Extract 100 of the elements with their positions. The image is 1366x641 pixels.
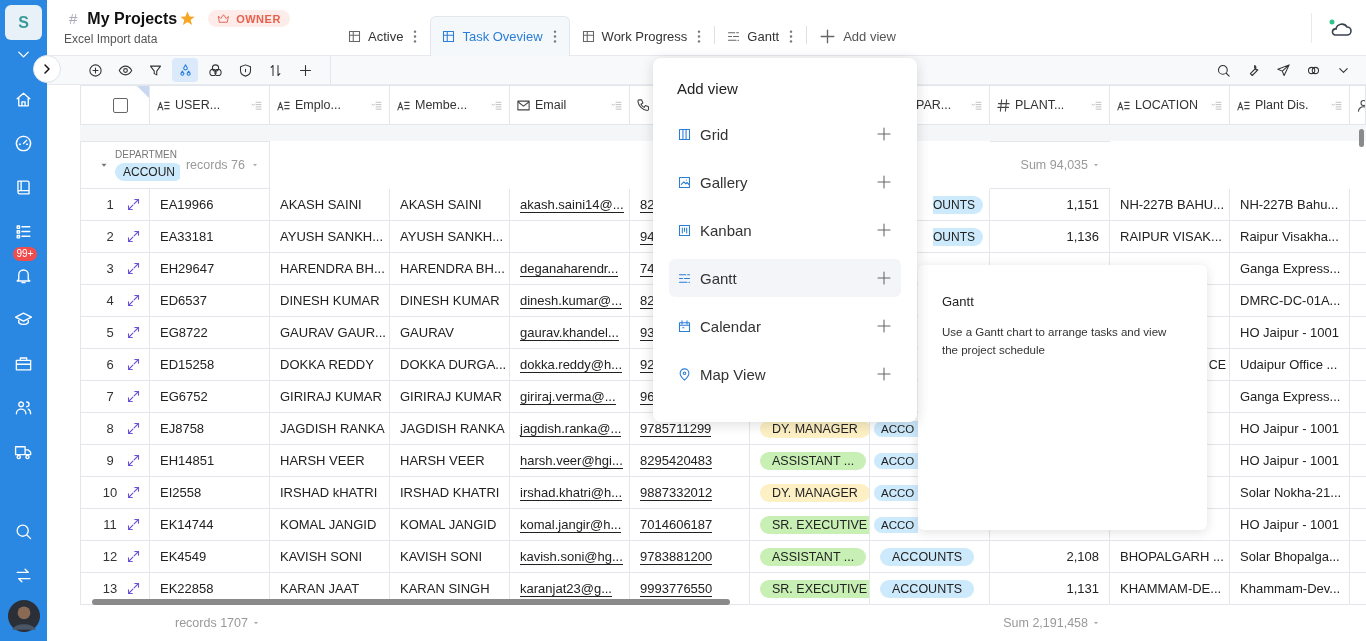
email-link[interactable]: gaurav.khandel... [520,324,619,341]
expand-row-icon[interactable] [126,517,141,532]
send-icon [1275,62,1291,78]
row-number: 8 [105,421,115,436]
dropdown-caret-icon [251,619,260,627]
table-cell: ED15258 [160,357,215,372]
row-number: 11 [102,517,118,532]
table-cell: AYUSH SANKH... [400,229,504,244]
table-cell: HO Jaipur - 1001 [1240,453,1339,468]
table-cell: RAIPUR VISAK... [1120,229,1222,244]
table-cell: JAGDISH RANKA [400,421,505,436]
table-cell: 1,151 [1066,197,1099,212]
mail-icon [516,97,531,113]
tag: ASSISTANT ... [760,547,867,566]
more-icon[interactable] [789,30,794,43]
expand-row-icon[interactable] [126,389,141,404]
email-link[interactable]: harsh.veer@hgi... [520,452,623,469]
menu-item[interactable]: Map View [669,355,901,393]
menu-item[interactable]: Gantt [669,259,901,297]
expand-row-icon[interactable] [126,421,141,436]
email-link[interactable]: jagdish.ranka@... [520,420,622,437]
more-icon[interactable] [697,30,702,43]
email-link[interactable]: dokka.reddy@h... [520,356,623,373]
view-tab[interactable]: Gantt [715,16,807,56]
phone-link[interactable]: 9993776550 [640,580,713,597]
view-tab[interactable]: Task Oveview [430,16,570,56]
phone-link[interactable]: 9783881200 [640,548,713,565]
group-field-label: DEPARTMEN [115,149,178,160]
table-cell: EA33181 [160,229,214,244]
dropdown-caret-icon [1092,619,1100,627]
expand-row-icon[interactable] [126,581,141,596]
row-number: 12 [101,549,119,564]
more-icon[interactable] [413,30,418,43]
row-number: 4 [105,293,115,308]
menu-title: Add view [677,80,739,97]
table-cell: DINESH KUMAR [400,293,500,308]
table-cell: HARENDRA BH... [280,261,385,276]
plus-icon [875,317,893,335]
expand-row-icon[interactable] [126,325,141,340]
email-link[interactable]: kavish.soni@hg... [520,548,623,565]
table-cell: EH14851 [160,453,215,468]
table-cell: KHAMMAM-DE... [1120,581,1222,596]
select-all-checkbox[interactable] [112,97,128,113]
table-cell: BHOPALGARH ... [1120,549,1224,564]
view-tab[interactable]: Work Progress [569,16,715,56]
expand-row-icon[interactable] [126,293,141,308]
table-cell: EK4549 [160,549,207,564]
menu-item[interactable]: Grid [669,115,901,153]
expand-row-icon[interactable] [126,197,141,212]
plus-icon [875,365,893,383]
tag: SR. EXECUTIVE [760,579,869,598]
add-view-button[interactable]: Add view [807,16,907,56]
table-cell: AYUSH SANKH... [280,229,384,244]
table-cell: Solar Nokha-21... [1240,485,1342,500]
vertical-scrollbar[interactable] [1359,129,1364,147]
menu-item[interactable]: Kanban [669,211,901,249]
expand-row-icon[interactable] [126,229,141,244]
table-cell: EK14744 [160,517,214,532]
table-cell: EA19966 [160,197,214,212]
table-cell: KARAN SINGH [400,581,490,596]
menu-item[interactable]: Calendar [669,307,901,345]
menu-item[interactable]: Gallery [669,163,901,201]
email-link[interactable]: akash.saini14@... [520,196,624,213]
column-header[interactable]: PAR... [916,98,966,112]
email-link[interactable]: dinesh.kumar@... [520,292,623,309]
email-link[interactable]: komal.jangir@h... [520,516,622,533]
view-tab[interactable]: Active [336,16,431,56]
home-icon [14,89,33,109]
table-cell: HO Jaipur - 1001 [1240,421,1339,436]
phone-link[interactable]: 9887332012 [640,484,713,501]
tag: ASSISTANT ... [760,451,867,470]
user-avatar[interactable] [7,600,40,632]
droplets-icon [177,62,193,78]
image-icon [677,174,692,190]
horizontal-scrollbar[interactable] [92,599,730,605]
more-icon[interactable] [552,30,557,43]
expand-row-icon[interactable] [126,549,141,564]
column-menu-icon [1210,99,1223,111]
expand-row-icon[interactable] [126,453,141,468]
expand-row-icon[interactable] [126,485,141,500]
phone-link[interactable]: 7014606187 [640,516,713,533]
tag: OUNTS [933,195,983,214]
search-icon [1215,62,1231,78]
table-cell: HO Jaipur - 1001 [1240,325,1339,340]
phone-link[interactable]: 8295420483 [640,452,713,469]
expand-row-icon[interactable] [126,261,141,276]
email-link[interactable]: giriraj.verma@... [520,388,616,405]
table-cell: Ganga Express... [1240,389,1341,404]
star-icon[interactable] [179,10,197,27]
filter-icon [147,62,163,78]
email-link[interactable]: irshad.khatri@h... [520,484,623,501]
expand-row-icon[interactable] [126,357,141,372]
table-cell: NH-227B BAHU... [1120,197,1225,212]
table-cell: HARSH VEER [280,453,365,468]
email-link[interactable]: deganaharendr... [520,260,619,277]
corner-marker [137,86,149,98]
column-menu-icon [250,99,263,111]
table-cell: KARAN JAAT [280,581,360,596]
tooltip-text: Use a Gantt chart to arrange tasks and view the project schedule [942,325,1168,358]
email-link[interactable]: karanjat23@g... [520,580,612,597]
